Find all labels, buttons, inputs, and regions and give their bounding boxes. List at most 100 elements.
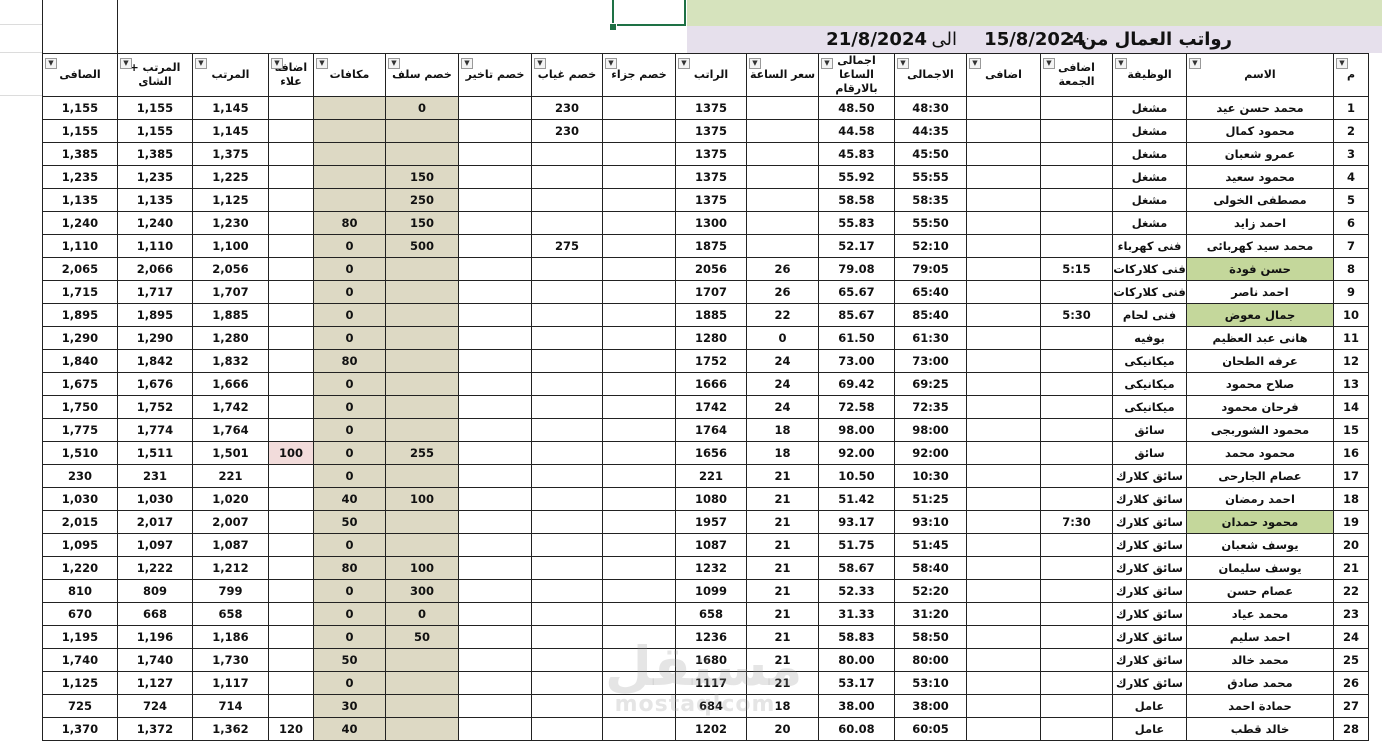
- cell-salary[interactable]: 1300: [675, 211, 747, 235]
- cell-part-deduct[interactable]: [602, 119, 676, 143]
- cell-extra[interactable]: [966, 694, 1041, 718]
- cell-absence-deduct[interactable]: [531, 142, 603, 166]
- cell-friday-extra[interactable]: [1040, 464, 1113, 488]
- cell-total-hours[interactable]: 72.58: [818, 395, 895, 419]
- cell-bonuses[interactable]: 0: [313, 418, 386, 442]
- cell-hour-price[interactable]: 26: [746, 257, 819, 281]
- cell-part-deduct[interactable]: [602, 671, 676, 695]
- cell-extra-alaa[interactable]: [268, 510, 314, 534]
- cell-net-salary[interactable]: 799: [192, 579, 269, 603]
- cell-total[interactable]: 60:05: [894, 717, 967, 741]
- cell-net-salary[interactable]: 1,020: [192, 487, 269, 511]
- cell-late-deduct[interactable]: [458, 303, 532, 327]
- cell-extra[interactable]: [966, 441, 1041, 465]
- cell-total-hours[interactable]: 58.58: [818, 188, 895, 212]
- cell-late-deduct[interactable]: [458, 418, 532, 442]
- cell-salary[interactable]: 1375: [675, 96, 747, 120]
- cell-job[interactable]: سائق كلارك: [1112, 487, 1187, 511]
- cell-part-deduct[interactable]: [602, 257, 676, 281]
- cell-part-deduct[interactable]: [602, 487, 676, 511]
- cell-extra[interactable]: [966, 142, 1041, 166]
- cell-extra-alaa[interactable]: [268, 303, 314, 327]
- cell-total-hours[interactable]: 45.83: [818, 142, 895, 166]
- cell-salary-tea[interactable]: 1,155: [117, 96, 193, 120]
- cell-final-net[interactable]: 810: [42, 579, 118, 603]
- cell-part-deduct[interactable]: [602, 96, 676, 120]
- cell-absence-deduct[interactable]: [531, 349, 603, 373]
- cell-final-net[interactable]: 1,195: [42, 625, 118, 649]
- cell-m[interactable]: 15: [1333, 418, 1369, 442]
- cell-name[interactable]: احمد زايد: [1186, 211, 1334, 235]
- cell-name[interactable]: محمد سيد كهربائى: [1186, 234, 1334, 258]
- cell-final-net[interactable]: 2,065: [42, 257, 118, 281]
- cell-salary[interactable]: 1117: [675, 671, 747, 695]
- cell-bonuses[interactable]: 0: [313, 234, 386, 258]
- cell-name[interactable]: هانى عبد العظيم: [1186, 326, 1334, 350]
- cell-total-hours[interactable]: 61.50: [818, 326, 895, 350]
- cell-net-salary[interactable]: 221: [192, 464, 269, 488]
- cell-job[interactable]: سائق كلارك: [1112, 671, 1187, 695]
- cell-bonuses[interactable]: 0: [313, 395, 386, 419]
- cell-salary[interactable]: 1875: [675, 234, 747, 258]
- cell-late-deduct[interactable]: [458, 602, 532, 626]
- cell-total[interactable]: 80:00: [894, 648, 967, 672]
- filter-icon[interactable]: ▼: [897, 58, 909, 69]
- cell-advance-deduct[interactable]: [385, 533, 459, 557]
- cell-job[interactable]: سائق: [1112, 441, 1187, 465]
- cell-total[interactable]: 92:00: [894, 441, 967, 465]
- cell-m[interactable]: 17: [1333, 464, 1369, 488]
- cell-part-deduct[interactable]: [602, 533, 676, 557]
- filter-icon[interactable]: ▼: [461, 58, 473, 69]
- filter-icon[interactable]: ▼: [316, 58, 328, 69]
- cell-advance-deduct[interactable]: [385, 418, 459, 442]
- cell-name[interactable]: عصام الجارحى: [1186, 464, 1334, 488]
- cell-absence-deduct[interactable]: [531, 648, 603, 672]
- cell-extra[interactable]: [966, 395, 1041, 419]
- cell-job[interactable]: عامل: [1112, 694, 1187, 718]
- cell-name[interactable]: محمود سعيد: [1186, 165, 1334, 189]
- cell-final-net[interactable]: 1,385: [42, 142, 118, 166]
- cell-absence-deduct[interactable]: 230: [531, 96, 603, 120]
- cell-total-hours[interactable]: 65.67: [818, 280, 895, 304]
- cell-extra-alaa[interactable]: [268, 188, 314, 212]
- cell-salary[interactable]: 2056: [675, 257, 747, 281]
- cell-part-deduct[interactable]: [602, 234, 676, 258]
- header-job[interactable]: ▼ الوظيفة: [1112, 53, 1187, 97]
- cell-advance-deduct[interactable]: [385, 648, 459, 672]
- cell-final-net[interactable]: 1,110: [42, 234, 118, 258]
- cell-net-salary[interactable]: 1,764: [192, 418, 269, 442]
- cell-extra-alaa[interactable]: [268, 326, 314, 350]
- cell-late-deduct[interactable]: [458, 533, 532, 557]
- cell-job[interactable]: سائق كلارك: [1112, 464, 1187, 488]
- cell-final-net[interactable]: 1,220: [42, 556, 118, 580]
- cell-net-salary[interactable]: 1,225: [192, 165, 269, 189]
- cell-m[interactable]: 25: [1333, 648, 1369, 672]
- cell-extra-alaa[interactable]: [268, 165, 314, 189]
- cell-part-deduct[interactable]: [602, 211, 676, 235]
- cell-total[interactable]: 51:25: [894, 487, 967, 511]
- cell-late-deduct[interactable]: [458, 441, 532, 465]
- filter-icon[interactable]: ▼: [821, 58, 833, 69]
- cell-advance-deduct[interactable]: 50: [385, 625, 459, 649]
- cell-net-salary[interactable]: 1,666: [192, 372, 269, 396]
- cell-friday-extra[interactable]: [1040, 487, 1113, 511]
- cell-friday-extra[interactable]: [1040, 96, 1113, 120]
- cell-late-deduct[interactable]: [458, 119, 532, 143]
- cell-net-salary[interactable]: 2,007: [192, 510, 269, 534]
- cell-final-net[interactable]: 1,675: [42, 372, 118, 396]
- cell-job[interactable]: عامل: [1112, 717, 1187, 741]
- cell-part-deduct[interactable]: [602, 280, 676, 304]
- cell-extra-alaa[interactable]: [268, 671, 314, 695]
- cell-advance-deduct[interactable]: [385, 119, 459, 143]
- cell-salary-tea[interactable]: 1,030: [117, 487, 193, 511]
- cell-final-net[interactable]: 1,240: [42, 211, 118, 235]
- cell-absence-deduct[interactable]: [531, 441, 603, 465]
- cell-salary-tea[interactable]: 2,066: [117, 257, 193, 281]
- cell-name[interactable]: عصام حسن: [1186, 579, 1334, 603]
- cell-total-hours[interactable]: 52.33: [818, 579, 895, 603]
- cell-bonuses[interactable]: [313, 142, 386, 166]
- cell-hour-price[interactable]: 24: [746, 349, 819, 373]
- cell-bonuses[interactable]: 0: [313, 579, 386, 603]
- filter-icon[interactable]: ▼: [45, 58, 57, 69]
- cell-name[interactable]: محمد عياد: [1186, 602, 1334, 626]
